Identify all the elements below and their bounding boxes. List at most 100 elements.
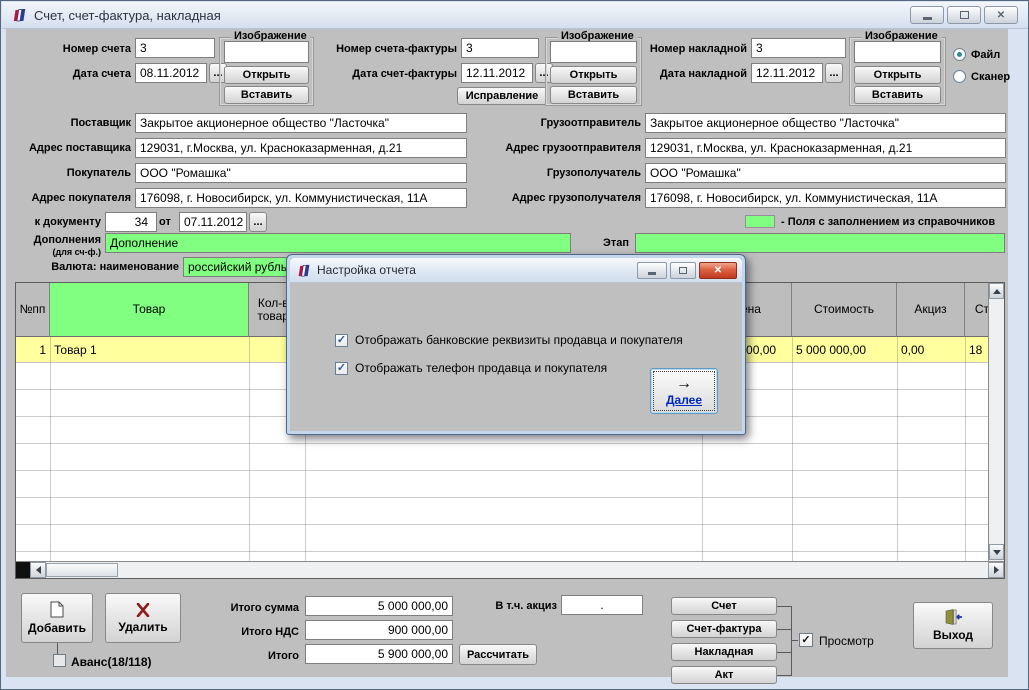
vertical-scrollbar[interactable] [988, 283, 1004, 561]
bracket-line [777, 675, 791, 676]
exit-button[interactable]: Выход [913, 602, 993, 649]
excise-field[interactable]: . [561, 595, 643, 615]
stage-input[interactable] [635, 233, 1005, 253]
legend-text: - Поля с заполнением из справочников [781, 212, 1007, 232]
arrow-left-icon [36, 566, 41, 574]
cell-rate: 18 [969, 337, 982, 363]
waybill-report-button[interactable]: Накладная [671, 643, 777, 661]
maximize-button[interactable] [947, 6, 981, 24]
shipper-address-input[interactable]: 129031, г.Москва, ул. Красноказарменная,… [645, 138, 1006, 158]
facture-number-input[interactable]: 3 [461, 38, 539, 58]
bank-details-label: Отображать банковские реквизиты продавца… [355, 333, 683, 347]
invoice-number-label: Номер счета [11, 39, 131, 59]
supplier-address-input[interactable]: 129031, г.Москва, ул. Красноказарменная,… [135, 138, 467, 158]
buyer-input[interactable]: ООО "Ромашка" [135, 163, 467, 183]
consignee-address-input[interactable]: 176098, г. Новосибирск, ул. Коммунистиче… [645, 188, 1006, 208]
act-report-button[interactable]: Акт [671, 666, 777, 684]
invoice-image-preview [224, 41, 309, 63]
scroll-up-button[interactable] [989, 283, 1004, 299]
invoice-date-input[interactable]: 08.11.2012 [135, 63, 207, 83]
advance-checkbox[interactable] [53, 654, 66, 667]
shipper-input[interactable]: Закрытое акционерное общество "Ласточка" [645, 113, 1006, 133]
supplier-input[interactable]: Закрытое акционерное общество "Ласточка" [135, 113, 467, 133]
waybill-date-input[interactable]: 12.11.2012 [751, 63, 823, 83]
currency-label: Валюта: наименование [7, 257, 179, 277]
waybill-number-input[interactable]: 3 [751, 38, 846, 58]
scroll-down-button[interactable] [989, 544, 1004, 560]
source-file-radio[interactable] [953, 48, 966, 61]
col-header-excise[interactable]: Акциз [897, 283, 965, 337]
currency-input[interactable]: российский рубль [183, 257, 303, 277]
phone-checkbox[interactable]: ✓ [335, 362, 348, 375]
additions-input[interactable]: Дополнение [105, 233, 571, 253]
total-sum-field[interactable]: 5 000 000,00 [305, 596, 453, 616]
maximize-icon [679, 267, 687, 274]
exit-button-label: Выход [933, 628, 973, 642]
facture-correction-button[interactable]: Исправление [457, 87, 547, 105]
dialog-titlebar[interactable]: Настройка отчета ✕ [290, 258, 742, 283]
buyer-address-input[interactable]: 176098, г. Новосибирск, ул. Коммунистиче… [135, 188, 467, 208]
hscroll-thumb[interactable] [46, 563, 118, 577]
next-button[interactable]: → Далее [650, 368, 718, 414]
to-document-number-input[interactable]: 34 [105, 212, 157, 232]
window-controls: ✕ [910, 6, 1018, 24]
close-icon: ✕ [997, 10, 1005, 21]
col-header-cost[interactable]: Стоимость [792, 283, 897, 337]
scroll-right-button[interactable] [988, 562, 1004, 578]
close-button[interactable]: ✕ [984, 6, 1018, 24]
invoice-image-paste-button[interactable]: Вставить [224, 86, 309, 104]
consignee-address-label: Адрес грузополучателя [473, 188, 641, 208]
invoice-number-input[interactable]: 3 [135, 38, 215, 58]
invoice-image-open-button[interactable]: Открыть [224, 66, 309, 84]
add-document-icon [50, 601, 64, 618]
bracket-line [792, 640, 798, 641]
facture-report-button[interactable]: Счет-фактура [671, 620, 777, 638]
total-vat-label: Итого НДС [161, 622, 299, 642]
source-scanner-label: Сканер [971, 69, 1010, 85]
check-icon: ✓ [801, 635, 810, 646]
source-file-label: Файл [971, 47, 1000, 63]
total-field[interactable]: 5 900 000,00 [305, 644, 453, 664]
minimize-button[interactable] [910, 6, 944, 24]
add-button[interactable]: Добавить [21, 593, 93, 643]
shipper-label: Грузоотправитель [473, 113, 641, 133]
buyer-label: Покупатель [7, 163, 131, 183]
dialog-icon [296, 263, 311, 278]
to-document-date-input[interactable]: 07.11.2012 [179, 212, 247, 232]
waybill-image-open-button[interactable]: Открыть [854, 66, 941, 84]
check-icon: ✓ [337, 363, 346, 374]
bracket-line [791, 606, 792, 676]
total-sum-label: Итого сумма [161, 598, 299, 618]
facture-date-input[interactable]: 12.11.2012 [461, 63, 533, 83]
horizontal-scrollbar[interactable] [16, 561, 1004, 578]
to-document-browse-button[interactable]: ... [249, 212, 267, 232]
buyer-address-label: Адрес покупателя [7, 188, 131, 208]
cell-excise: 0,00 [901, 337, 924, 363]
bracket-line [777, 629, 791, 630]
bracket-line [777, 606, 791, 607]
titlebar[interactable]: Счет, счет-фактура, накладная ✕ [2, 2, 1029, 29]
dialog-maximize-button[interactable] [670, 262, 696, 279]
scroll-left-button[interactable] [30, 562, 46, 578]
exit-door-icon [944, 609, 963, 625]
bank-details-checkbox[interactable]: ✓ [335, 334, 348, 347]
dialog-title: Настройка отчета [317, 263, 416, 277]
window-title: Счет, счет-фактура, накладная [34, 8, 221, 23]
dialog-minimize-button[interactable] [637, 262, 667, 279]
arrow-up-icon [993, 289, 1001, 294]
preview-checkbox[interactable]: ✓ [799, 633, 813, 647]
calculate-button[interactable]: Рассчитать [459, 644, 537, 665]
invoice-report-button[interactable]: Счет [671, 597, 777, 615]
total-vat-field[interactable]: 900 000,00 [305, 620, 453, 640]
consignee-input[interactable]: ООО "Ромашка" [645, 163, 1006, 183]
dialog-close-button[interactable]: ✕ [699, 262, 737, 279]
facture-image-paste-button[interactable]: Вставить [550, 86, 637, 104]
waybill-date-browse-button[interactable]: ... [825, 63, 843, 83]
col-header-product[interactable]: Товар [50, 283, 249, 337]
waybill-image-paste-button[interactable]: Вставить [854, 86, 941, 104]
waybill-date-label: Дата накладной [613, 64, 747, 84]
col-header-num[interactable]: №пп [16, 283, 50, 337]
source-scanner-radio[interactable] [953, 70, 966, 83]
total-label: Итого [161, 646, 299, 666]
cell-num: 1 [16, 337, 46, 363]
